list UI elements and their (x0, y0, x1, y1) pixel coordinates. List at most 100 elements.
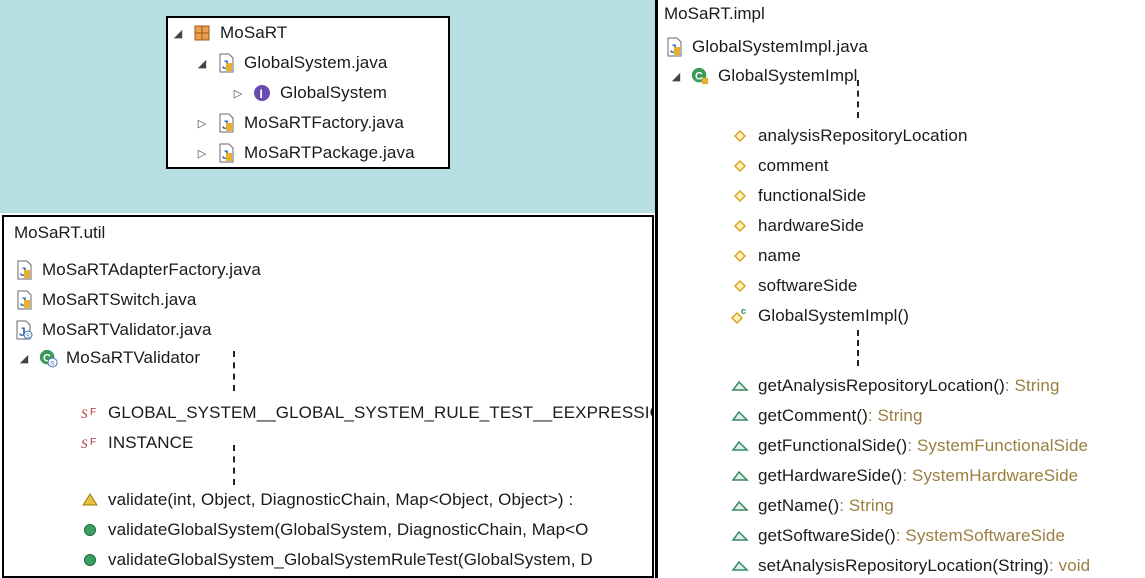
method-name: getComment() (758, 406, 868, 425)
class-icon: C (690, 66, 710, 86)
collapsed-arrow-icon[interactable]: ▷ (194, 117, 210, 130)
method-item[interactable]: getSoftwareSide() : SystemSoftwareSide (730, 523, 1065, 549)
field-label: name (758, 246, 801, 265)
field-item[interactable]: SF INSTANCE (80, 430, 194, 456)
field-item[interactable]: comment (730, 153, 829, 179)
method-icon (730, 556, 750, 576)
java-file-icon: J (664, 37, 684, 57)
svg-text:S: S (81, 436, 88, 451)
method-item[interactable]: getHardwareSide() : SystemHardwareSide (730, 463, 1078, 489)
method-item[interactable]: getAnalysisRepositoryLocation() : String (730, 373, 1060, 399)
public-method-icon (80, 520, 100, 540)
expanded-arrow-icon[interactable]: ◢ (194, 57, 210, 70)
method-item[interactable]: getFunctionalSide() : SystemFunctionalSi… (730, 433, 1088, 459)
svg-text:S: S (50, 360, 54, 367)
file-item[interactable]: J MoSaRTSwitch.java (14, 287, 196, 313)
public-method-icon (80, 550, 100, 570)
field-icon (730, 276, 750, 296)
class-icon: CS (38, 348, 58, 368)
field-item[interactable]: SF GLOBAL_SYSTEM__GLOBAL_SYSTEM_RULE_TES… (80, 400, 652, 426)
collapsed-arrow-icon[interactable]: ▷ (194, 147, 210, 160)
tree-item-file[interactable]: ▷ J MoSaRTPackage.java (194, 140, 415, 166)
field-label: hardwareSide (758, 216, 865, 235)
tree-item-file[interactable]: ◢ J GlobalSystem.java (194, 50, 387, 76)
method-return-type: : void (1048, 556, 1091, 575)
field-item[interactable]: softwareSide (730, 273, 857, 299)
method-return-type: : SystemFunctionalSide (907, 436, 1089, 455)
svg-text:C: C (695, 71, 703, 83)
expanded-arrow-icon[interactable]: ◢ (16, 352, 32, 365)
package-icon (192, 23, 212, 43)
constructor-label: GlobalSystemImpl() (758, 306, 910, 325)
field-icon (730, 246, 750, 266)
static-final-field-icon: SF (80, 403, 100, 423)
method-item[interactable]: validateGlobalSystem_GlobalSystemRuleTes… (80, 547, 593, 573)
java-file-icon: J (14, 260, 34, 280)
field-item[interactable]: name (730, 243, 801, 269)
tree-item-label: MoSaRTFactory.java (244, 113, 404, 132)
svg-text:S: S (26, 334, 30, 340)
tree-item-file[interactable]: ▷ J MoSaRTFactory.java (194, 110, 404, 136)
tree-item-label: GlobalSystem.java (244, 53, 388, 72)
tree-item-interface[interactable]: ▷ I GlobalSystem (230, 80, 387, 106)
svg-text:F: F (90, 407, 96, 418)
package-label: MoSaRT (220, 23, 288, 42)
expanded-arrow-icon[interactable]: ◢ (170, 27, 186, 40)
field-item[interactable]: hardwareSide (730, 213, 864, 239)
field-label: softwareSide (758, 276, 858, 295)
method-item[interactable]: validateGlobalSystem(GlobalSystem, Diagn… (80, 517, 589, 543)
method-icon (730, 496, 750, 516)
collapsed-arrow-icon[interactable]: ▷ (230, 87, 246, 100)
file-label: MoSaRTAdapterFactory.java (42, 260, 261, 279)
tree-item-package[interactable]: ◢ MoSaRT (170, 20, 288, 46)
omission-dashes (857, 330, 859, 366)
field-label: INSTANCE (108, 433, 194, 452)
file-label: GlobalSystemImpl.java (692, 37, 868, 56)
file-item[interactable]: JS MoSaRTValidator.java (14, 317, 212, 343)
field-label: analysisRepositoryLocation (758, 126, 968, 145)
field-label: comment (758, 156, 829, 175)
method-return-type: : SystemSoftwareSide (895, 526, 1066, 545)
file-label: MoSaRTValidator.java (42, 320, 212, 339)
java-file-icon: J (216, 113, 236, 133)
java-file-icon: J (216, 143, 236, 163)
java-file-static-icon: JS (14, 320, 34, 340)
class-item[interactable]: ◢ CS MoSaRTValidator (16, 345, 200, 371)
method-label: validate(int, Object, DiagnosticChain, M… (108, 490, 574, 509)
method-icon (730, 436, 750, 456)
expanded-arrow-icon[interactable]: ◢ (668, 70, 684, 83)
method-icon (730, 376, 750, 396)
omission-dashes (857, 80, 859, 118)
field-item[interactable]: analysisRepositoryLocation (730, 123, 968, 149)
util-package-panel: MoSaRT.util J MoSaRTAdapterFactory.java … (2, 215, 654, 578)
svg-text:S: S (81, 406, 88, 421)
method-item[interactable]: getComment() : String (730, 403, 923, 429)
protected-method-icon (80, 490, 100, 510)
constructor-item[interactable]: c GlobalSystemImpl() (730, 303, 909, 329)
method-name: getAnalysisRepositoryLocation() (758, 376, 1005, 395)
field-label: functionalSide (758, 186, 867, 205)
omission-dashes (233, 445, 235, 485)
method-name: getFunctionalSide() (758, 436, 908, 455)
method-return-type: : String (1004, 376, 1060, 395)
field-item[interactable]: functionalSide (730, 183, 866, 209)
method-item[interactable]: validate(int, Object, DiagnosticChain, M… (80, 487, 573, 513)
method-return-type: : String (867, 406, 923, 425)
static-final-field-icon: SF (80, 433, 100, 453)
constructor-icon: c (730, 306, 750, 326)
method-item[interactable]: getName() : String (730, 493, 894, 519)
java-file-icon: J (216, 53, 236, 73)
package-tree-panel: ◢ MoSaRT ◢ J GlobalSystem.java ▷ I Globa… (166, 16, 450, 169)
impl-package-panel: MoSaRT.impl J GlobalSystemImpl.java ◢ C … (658, 0, 1145, 578)
package-header: MoSaRT.impl (664, 4, 765, 23)
class-item[interactable]: ◢ C GlobalSystemImpl (668, 63, 858, 89)
file-item[interactable]: J GlobalSystemImpl.java (664, 34, 868, 60)
field-icon (730, 126, 750, 146)
method-item[interactable]: setAnalysisRepositoryLocation(String) : … (730, 553, 1090, 578)
method-return-type: : SystemHardwareSide (902, 466, 1079, 485)
method-name: getHardwareSide() (758, 466, 903, 485)
method-icon (730, 526, 750, 546)
omission-dashes (233, 351, 235, 391)
class-label: GlobalSystemImpl (718, 66, 858, 85)
file-item[interactable]: J MoSaRTAdapterFactory.java (14, 257, 261, 283)
